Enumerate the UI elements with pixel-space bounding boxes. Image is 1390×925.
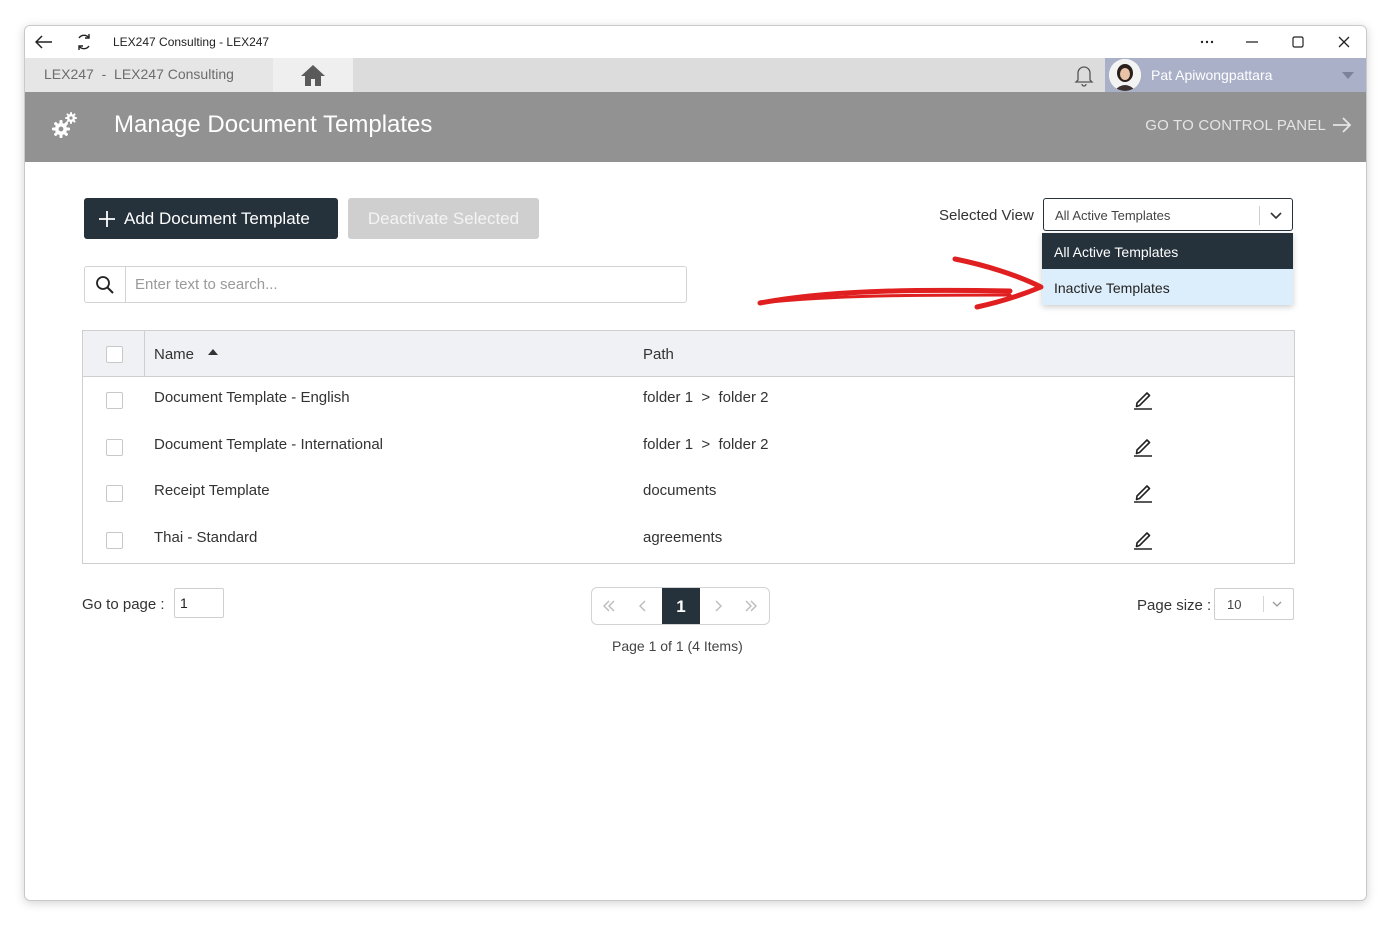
user-menu[interactable]: Pat Apiwongpattara xyxy=(1105,58,1366,92)
arrow-right-icon xyxy=(1333,117,1352,133)
row-checkbox[interactable] xyxy=(106,439,123,456)
go-to-page-input[interactable] xyxy=(174,588,224,618)
avatar xyxy=(1109,59,1141,91)
previous-page-button[interactable] xyxy=(626,588,660,624)
pager: 1 xyxy=(591,587,770,625)
next-page-button[interactable] xyxy=(701,588,735,624)
go-to-control-panel-link[interactable]: GO TO CONTROL PANEL xyxy=(1145,116,1352,134)
row-name: Thai - Standard xyxy=(154,529,258,546)
edit-pencil-icon[interactable] xyxy=(1133,481,1153,503)
add-document-template-button[interactable]: Add Document Template xyxy=(84,198,338,239)
close-icon[interactable] xyxy=(1332,30,1356,54)
table-row[interactable]: Document Template - International folder… xyxy=(83,424,1294,470)
double-chevron-right-icon xyxy=(745,600,757,612)
deactivate-button-label: Deactivate Selected xyxy=(367,208,520,228)
minimize-icon[interactable] xyxy=(1240,30,1264,54)
row-path: folder 1 > folder 2 xyxy=(643,436,769,453)
home-icon xyxy=(301,65,325,86)
select-divider xyxy=(1263,596,1264,612)
table-row[interactable]: Receipt Template documents xyxy=(83,470,1294,516)
edit-pencil-icon[interactable] xyxy=(1133,435,1153,457)
go-to-page-label: Go to page : xyxy=(82,596,165,613)
annotation-arrow xyxy=(757,256,1044,310)
chevron-down-icon xyxy=(1270,212,1282,220)
title-bar: LEX247 Consulting - LEX247 xyxy=(25,26,1366,58)
sort-ascending-icon[interactable] xyxy=(208,349,218,355)
notification-bell-icon[interactable] xyxy=(1072,63,1096,87)
row-path: documents xyxy=(643,482,717,499)
view-option-all-active[interactable]: All Active Templates xyxy=(1042,233,1293,269)
breadcrumb[interactable]: LEX247 - LEX247 Consulting xyxy=(25,58,273,92)
chevron-left-icon xyxy=(639,600,646,612)
refresh-icon[interactable] xyxy=(73,31,95,53)
control-panel-link-label: GO TO CONTROL PANEL xyxy=(1145,116,1326,134)
search-icon[interactable] xyxy=(85,267,126,302)
window-title: LEX247 Consulting - LEX247 xyxy=(113,35,270,49)
column-separator xyxy=(144,331,145,377)
column-header-name[interactable]: Name xyxy=(154,346,194,363)
edit-pencil-icon[interactable] xyxy=(1133,388,1153,410)
add-button-label: Add Document Template xyxy=(124,208,310,228)
current-page-button[interactable]: 1 xyxy=(662,588,700,624)
selected-view-select[interactable]: All Active Templates xyxy=(1043,198,1293,231)
search-bar xyxy=(84,266,687,303)
last-page-button[interactable] xyxy=(734,588,768,624)
select-divider xyxy=(1259,206,1260,225)
breadcrumb-text: LEX247 - LEX247 Consulting xyxy=(44,66,234,82)
chevron-down-icon xyxy=(1342,72,1354,79)
page-header: Manage Document Templates GO TO CONTROL … xyxy=(25,92,1366,162)
chevron-right-icon xyxy=(715,600,722,612)
selected-view-label: Selected View xyxy=(939,207,1034,224)
column-header-path[interactable]: Path xyxy=(643,346,674,363)
app-bar: LEX247 - LEX247 Consulting Pat Apiwongpa… xyxy=(25,58,1366,92)
gears-icon xyxy=(50,110,80,140)
first-page-button[interactable] xyxy=(592,588,626,624)
maximize-icon[interactable] xyxy=(1286,30,1310,54)
page-info: Page 1 of 1 (4 Items) xyxy=(612,638,743,654)
selected-view-value: All Active Templates xyxy=(1055,208,1171,223)
edit-pencil-icon[interactable] xyxy=(1133,528,1153,550)
page-size-select[interactable]: 10 xyxy=(1214,588,1294,620)
row-checkbox[interactable] xyxy=(106,532,123,549)
back-arrow-icon[interactable] xyxy=(33,31,55,53)
row-checkbox[interactable] xyxy=(106,392,123,409)
plus-icon xyxy=(99,210,115,227)
user-name: Pat Apiwongpattara xyxy=(1151,67,1273,83)
table-row[interactable]: Document Template - English folder 1 > f… xyxy=(83,377,1294,423)
page-size-label: Page size : xyxy=(1137,597,1212,614)
row-name: Document Template - English xyxy=(154,389,350,406)
row-name: Document Template - International xyxy=(154,436,384,453)
double-chevron-left-icon xyxy=(603,600,615,612)
table-header: Name Path xyxy=(83,331,1294,377)
view-option-inactive[interactable]: Inactive Templates xyxy=(1042,269,1293,305)
more-options-icon[interactable] xyxy=(1195,30,1219,54)
page-title: Manage Document Templates xyxy=(114,111,433,138)
home-button[interactable] xyxy=(273,58,353,92)
deactivate-selected-button[interactable]: Deactivate Selected xyxy=(348,198,539,239)
row-name: Receipt Template xyxy=(154,482,270,499)
row-checkbox[interactable] xyxy=(106,485,123,502)
table-row[interactable]: Thai - Standard agreements xyxy=(83,517,1294,563)
row-path: agreements xyxy=(643,529,723,546)
search-input[interactable] xyxy=(135,276,655,293)
templates-table: Name Path Document Template - English fo… xyxy=(82,330,1295,564)
selected-view-dropdown: All Active Templates Inactive Templates xyxy=(1042,233,1293,305)
row-path: folder 1 > folder 2 xyxy=(643,389,769,406)
app-window: LEX247 Consulting - LEX247 LEX247 - LEX2… xyxy=(24,25,1367,901)
chevron-down-icon xyxy=(1272,601,1282,607)
page-size-value: 10 xyxy=(1227,597,1242,612)
select-all-checkbox[interactable] xyxy=(106,346,123,363)
